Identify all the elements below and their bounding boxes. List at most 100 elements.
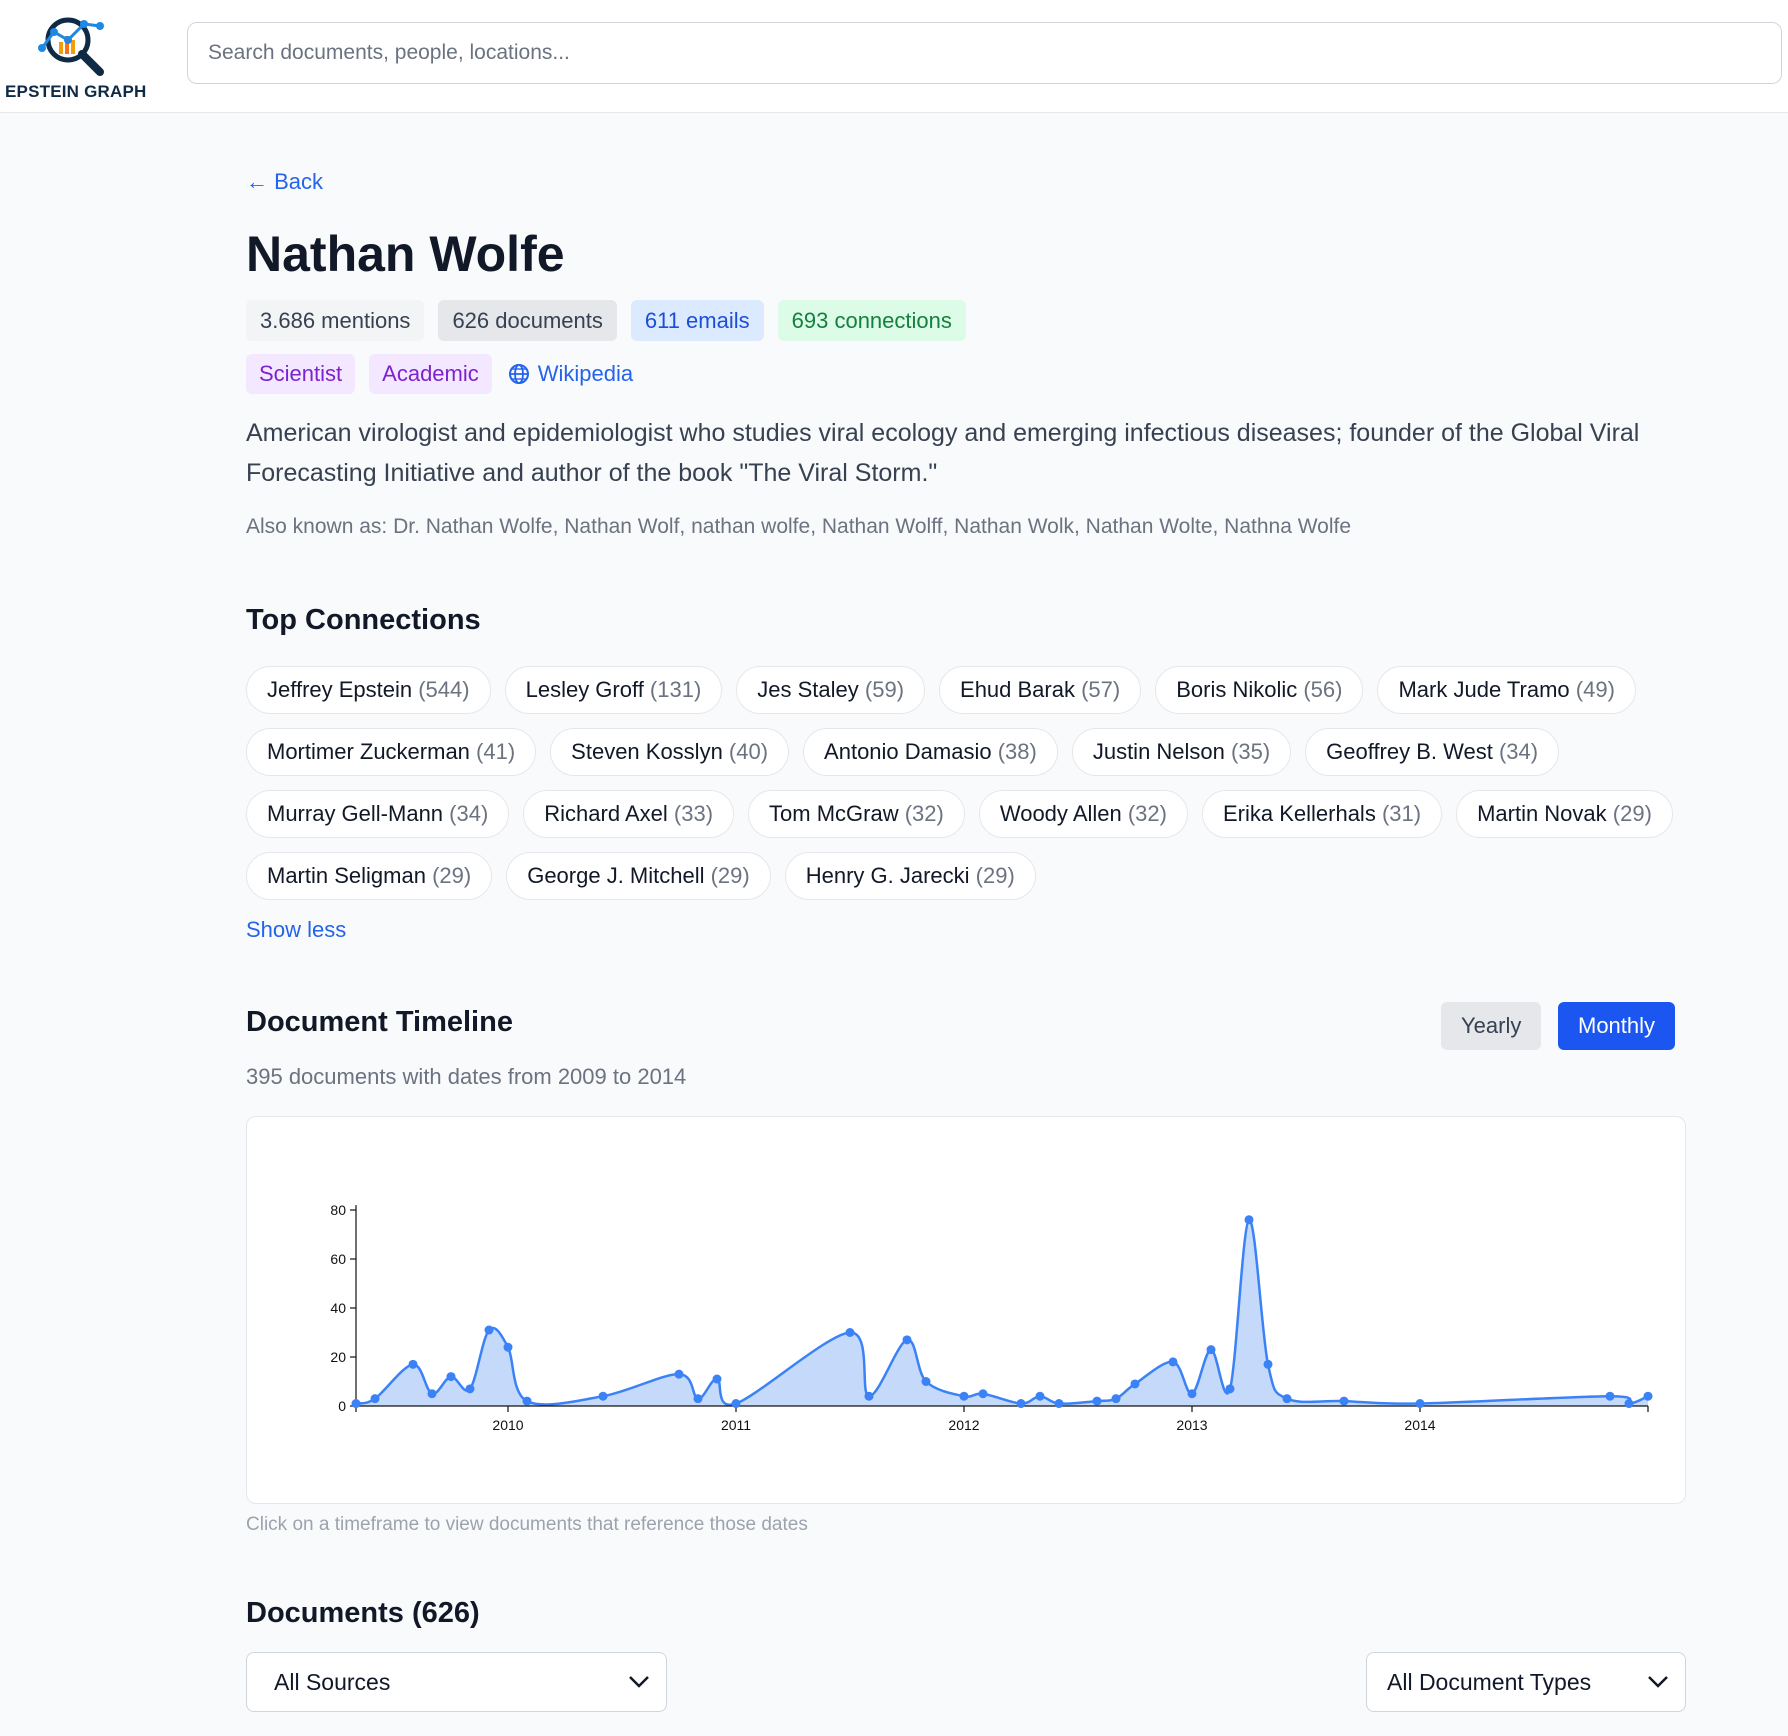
stat-badges: 3.686 mentions 626 documents 611 emails … [246,300,966,341]
data-point[interactable] [598,1391,608,1401]
connection-name: Antonio Damasio [824,739,998,764]
data-point[interactable] [446,1372,456,1382]
connection-chip[interactable]: Jes Staley (59) [736,666,926,714]
data-point[interactable] [693,1394,703,1404]
data-point[interactable] [408,1359,418,1369]
data-point[interactable] [845,1328,855,1337]
connection-chip[interactable]: Tom McGraw (32) [748,790,965,838]
y-tick-label: 40 [330,1300,346,1316]
connection-chip[interactable]: Justin Nelson (35) [1071,728,1292,776]
person-description: American virologist and epidemiologist w… [246,419,1640,487]
connection-chip[interactable]: Boris Nikolic (56) [1155,666,1364,714]
connection-count: (32) [904,801,944,826]
data-point[interactable] [1263,1359,1273,1369]
timeline-chart[interactable]: 0 20 40 60 80 2010 2011 2012 2013 2014 [246,1116,1686,1504]
data-point[interactable] [921,1377,931,1386]
graph-magnifier-icon [38,17,104,76]
connection-name: George J. Mitchell [527,863,711,888]
data-point[interactable] [427,1389,437,1399]
document-type-select[interactable]: All Document Types [1366,1652,1686,1712]
connection-count: (544) [418,677,470,702]
data-point[interactable] [731,1399,741,1409]
connection-chip[interactable]: Woody Allen (32) [978,790,1188,838]
data-point[interactable] [959,1391,969,1401]
data-point[interactable] [1054,1399,1064,1409]
data-point[interactable] [465,1384,475,1394]
data-point[interactable] [1415,1399,1425,1409]
data-point[interactable] [1225,1384,1235,1394]
data-point[interactable] [1016,1399,1026,1409]
data-point[interactable] [712,1374,722,1384]
connection-name: Boris Nikolic [1176,677,1304,702]
tag-scientist: Scientist [246,354,356,394]
data-point[interactable] [370,1394,380,1404]
connection-chip[interactable]: Mark Jude Tramo (49) [1377,666,1636,714]
connection-name: Mark Jude Tramo [1398,677,1576,702]
data-point[interactable] [351,1399,361,1409]
yearly-toggle[interactable]: Yearly [1441,1002,1542,1050]
connection-chip[interactable]: Mortimer Zuckerman (41) [246,728,537,776]
data-point[interactable] [1130,1379,1140,1389]
connection-count: (59) [864,677,905,702]
connection-name: Justin Nelson [1092,739,1232,764]
connection-name: Martin Seligman [267,863,433,888]
y-tick-label: 20 [330,1349,346,1365]
data-point[interactable] [902,1335,912,1345]
data-point[interactable] [1092,1396,1102,1406]
connection-chip[interactable]: Steven Kosslyn (40) [550,728,790,776]
connection-count: (32) [1127,801,1167,826]
back-link[interactable]: ← Back [246,169,323,195]
connection-chip[interactable]: Richard Axel (33) [523,790,735,838]
connection-count: (31) [1381,801,1422,826]
data-point[interactable] [978,1389,988,1399]
data-point[interactable] [1244,1215,1254,1225]
connection-count: (131) [649,677,702,702]
wikipedia-link[interactable]: Wikipedia [506,361,633,387]
timeline-chart-svg[interactable]: 0 20 40 60 80 2010 2011 2012 2013 2014 [247,1117,1687,1505]
connection-chip[interactable]: Martin Novak (29) [1456,790,1673,838]
data-point[interactable] [1339,1396,1349,1406]
connection-chip[interactable]: Ehud Barak (57) [939,666,1142,714]
connection-chip[interactable]: Murray Gell-Mann (34) [246,790,510,838]
data-point[interactable] [522,1396,532,1406]
data-point[interactable] [1111,1394,1121,1404]
connection-name: Murray Gell-Mann [267,801,450,826]
connection-name: Erika Kellerhals [1222,801,1382,826]
data-point[interactable] [864,1391,874,1401]
connection-chip[interactable]: Martin Seligman (29) [246,852,493,900]
brand-logo[interactable]: EPSTEIN GRAPH [0,6,152,104]
show-less-link[interactable]: Show less [246,917,346,943]
emails-badge: 611 emails [630,300,764,341]
connection-name: Jes Staley [757,677,865,702]
data-point[interactable] [1035,1391,1045,1401]
connection-name: Woody Allen [999,801,1128,826]
data-point[interactable] [1206,1345,1216,1355]
data-point[interactable] [1168,1357,1178,1367]
source-select-value: All Sources [274,1668,391,1695]
monthly-toggle[interactable]: Monthly [1558,1002,1676,1050]
data-point[interactable] [1643,1391,1653,1401]
connection-count: (29) [975,863,1015,888]
connection-chip[interactable]: Jeffrey Epstein (544) [246,666,491,714]
also-known-as: Also known as: Dr. Nathan Wolfe, Nathan … [246,515,1352,538]
data-point[interactable] [503,1342,513,1352]
connection-chip[interactable]: Henry G. Jarecki (29) [784,852,1036,900]
timeline-subtitle: 395 documents with dates from 2009 to 20… [246,1064,687,1089]
data-point[interactable] [1282,1394,1292,1404]
data-point[interactable] [674,1369,684,1379]
connections-list: Jeffrey Epstein (544) Lesley Groff (131) J… [246,666,1686,900]
search-input[interactable] [187,22,1782,84]
connection-chip[interactable]: Antonio Damasio (38) [803,728,1058,776]
data-point[interactable] [1605,1391,1615,1401]
connection-name: Tom McGraw [769,801,905,826]
connection-chip[interactable]: Erika Kellerhals (31) [1201,790,1443,838]
data-point[interactable] [484,1325,494,1335]
connection-chip[interactable]: Lesley Groff (131) [504,666,723,714]
y-tick-label: 60 [330,1251,346,1267]
source-select[interactable]: All Sources [246,1652,667,1712]
connection-chip[interactable]: George J. Mitchell (29) [506,852,771,900]
data-point[interactable] [1187,1389,1197,1399]
connection-count: (49) [1575,677,1615,702]
connection-chip[interactable]: Geoffrey B. West (34) [1305,728,1560,776]
data-point[interactable] [1624,1399,1634,1409]
